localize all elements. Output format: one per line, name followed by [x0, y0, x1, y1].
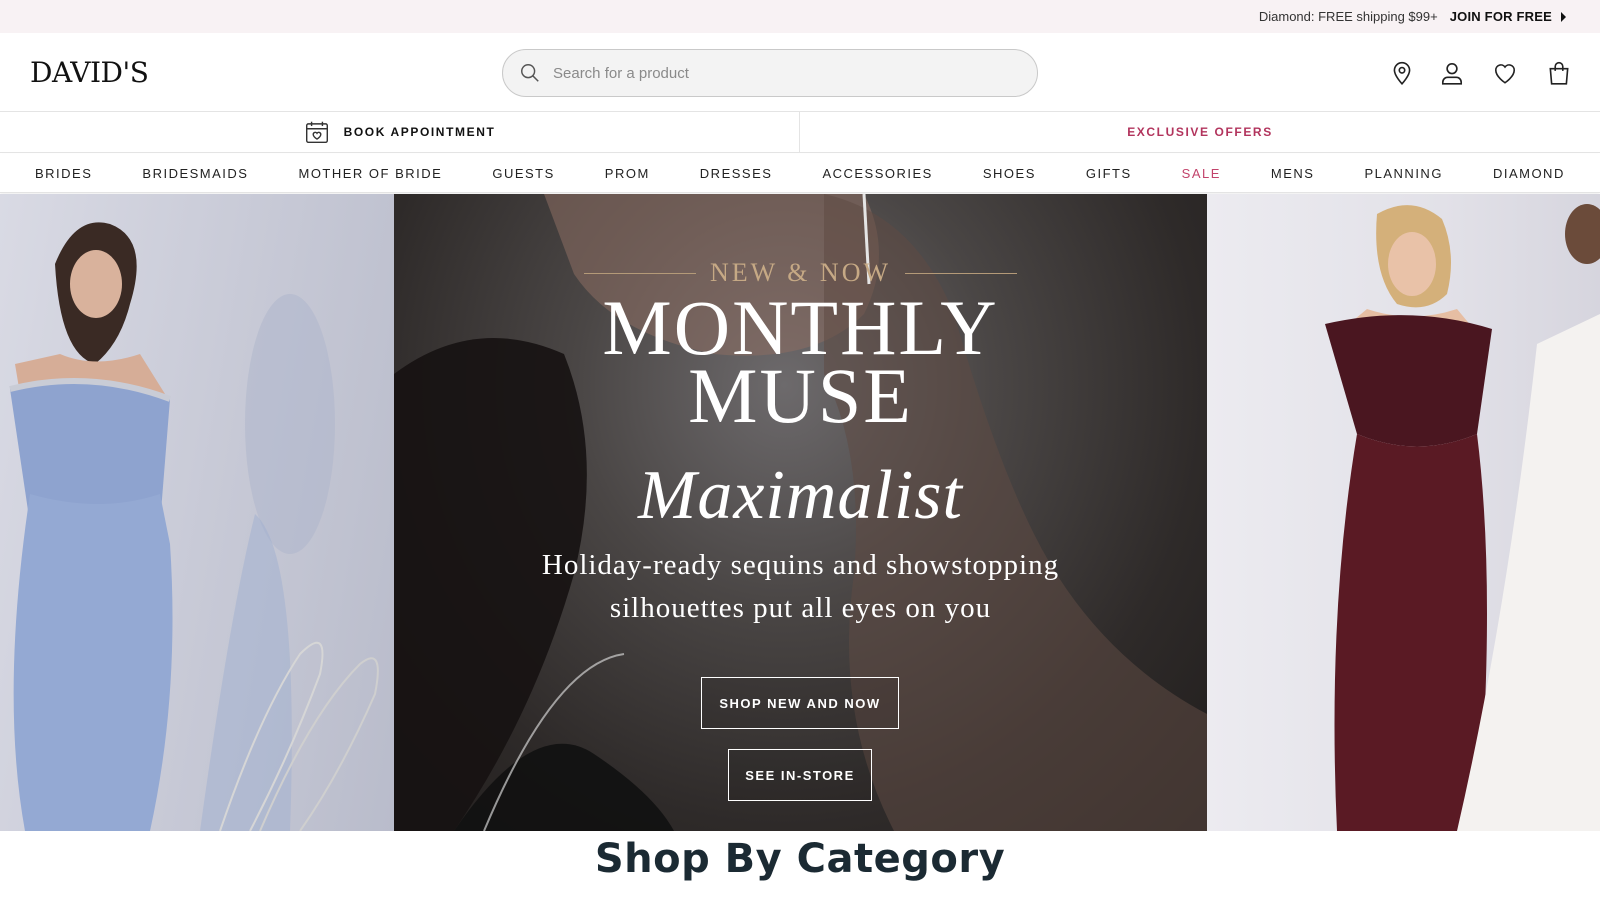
hero-image-right — [1207, 194, 1600, 831]
nav-item-shoes[interactable]: SHOES — [983, 166, 1036, 181]
nav-item-gifts[interactable]: GIFTS — [1086, 166, 1132, 181]
hero-image-left — [0, 194, 394, 831]
sub-bar: BOOK APPOINTMENT EXCLUSIVE OFFERS — [0, 112, 1600, 153]
join-label: JOIN FOR FREE — [1449, 9, 1552, 24]
join-for-free-link[interactable]: JOIN FOR FREE — [1450, 9, 1566, 24]
kicker-divider-left — [583, 272, 696, 274]
nav-item-sale[interactable]: SALE — [1182, 166, 1221, 181]
hero-italic-title: Maximalist — [638, 457, 963, 534]
nav-item-mens[interactable]: MENS — [1271, 166, 1315, 181]
shop-by-category-heading: Shop By Category — [594, 836, 1006, 882]
site-header: DAVID'S — [0, 33, 1600, 112]
nav-item-planning[interactable]: PLANNING — [1364, 166, 1442, 181]
hero-title-line2: MUSE — [688, 352, 913, 439]
nav-item-mother-of-bride[interactable]: MOTHER OF BRIDE — [298, 166, 442, 181]
book-appointment-label: BOOK APPOINTMENT — [343, 125, 496, 139]
hero-banner[interactable]: NEW & NOW MONTHLY MUSE Maximalist Holida… — [0, 194, 1600, 831]
nav-item-diamond[interactable]: DIAMOND — [1493, 166, 1565, 181]
header-icons — [1388, 59, 1573, 87]
nav-item-prom[interactable]: PROM — [605, 166, 650, 181]
shop-new-and-now-button[interactable]: SHOP NEW AND NOW — [701, 677, 899, 729]
shopping-bag-icon[interactable] — [1545, 59, 1573, 87]
hero-subtitle-line1: Holiday-ready sequins and showstopping — [541, 549, 1060, 581]
search-bar[interactable] — [502, 49, 1038, 97]
book-appointment-link[interactable]: BOOK APPOINTMENT — [0, 112, 800, 152]
hero-subtitle-line2: silhouettes put all eyes on you — [609, 592, 992, 624]
nav-item-bridesmaids[interactable]: BRIDESMAIDS — [142, 166, 248, 181]
location-pin-icon[interactable] — [1388, 59, 1416, 87]
exclusive-offers-link[interactable]: EXCLUSIVE OFFERS — [800, 112, 1600, 152]
hero-title: MONTHLY MUSE — [394, 289, 1207, 439]
logo[interactable]: DAVID'S — [30, 56, 149, 89]
promo-text: Diamond: FREE shipping $99+ — [1258, 9, 1438, 24]
search-icon — [521, 64, 539, 82]
main-nav: BRIDES BRIDESMAIDS MOTHER OF BRIDE GUEST… — [0, 154, 1600, 193]
nav-item-accessories[interactable]: ACCESSORIES — [822, 166, 932, 181]
hero-subtitle: Holiday-ready sequins and showstopping s… — [494, 544, 1107, 630]
caret-right-icon — [1561, 11, 1566, 22]
exclusive-offers-label: EXCLUSIVE OFFERS — [1127, 125, 1273, 139]
nav-item-guests[interactable]: GUESTS — [492, 166, 554, 181]
nav-item-brides[interactable]: BRIDES — [35, 166, 92, 181]
promo-bar: Diamond: FREE shipping $99+ JOIN FOR FRE… — [0, 0, 1600, 33]
see-in-store-button[interactable]: SEE IN-STORE — [728, 749, 872, 801]
wishlist-heart-icon[interactable] — [1491, 59, 1519, 87]
kicker-divider-right — [905, 272, 1018, 274]
search-input[interactable] — [553, 64, 993, 82]
calendar-heart-icon — [305, 121, 328, 143]
account-icon[interactable] — [1438, 59, 1466, 87]
hero-content: NEW & NOW MONTHLY MUSE Maximalist Holida… — [394, 194, 1207, 831]
nav-item-dresses[interactable]: DRESSES — [700, 166, 773, 181]
